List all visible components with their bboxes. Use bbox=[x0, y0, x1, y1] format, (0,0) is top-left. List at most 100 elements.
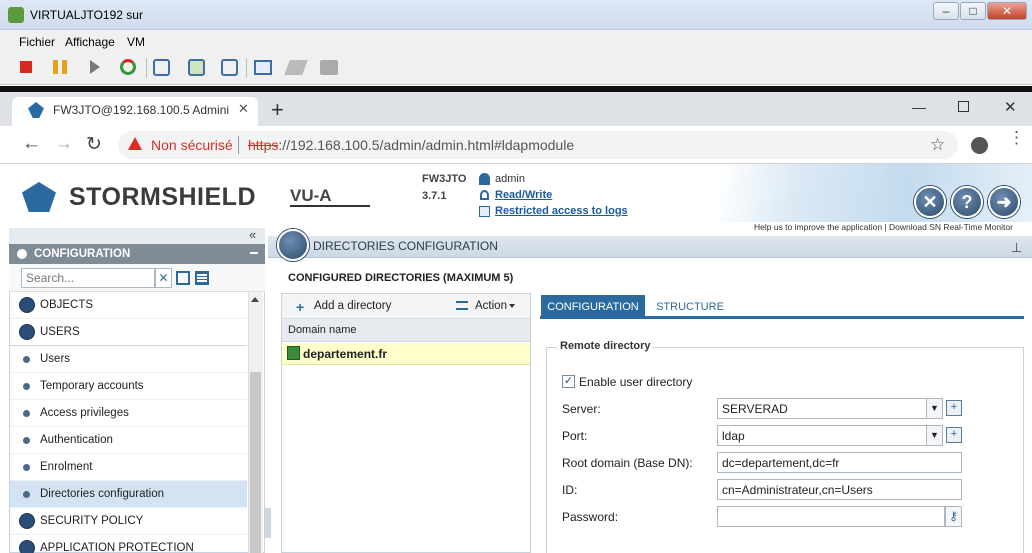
sidebar-item-access-privileges[interactable]: Access privileges bbox=[10, 400, 247, 427]
id-input[interactable]: cn=Administrateur,cn=Users bbox=[717, 479, 962, 500]
add-port-icon[interactable]: + bbox=[946, 427, 962, 443]
enable-directory-checkbox[interactable]: ✓ bbox=[562, 375, 575, 388]
sidebar-item-security-policy[interactable]: SECURITY POLICY bbox=[10, 508, 247, 535]
access-mode-link[interactable]: Read/Write bbox=[495, 189, 552, 201]
section-collapse-icon[interactable] bbox=[250, 252, 258, 254]
action-button[interactable]: Action bbox=[475, 300, 507, 312]
sidebar-item-enrolment[interactable]: Enrolment bbox=[10, 454, 247, 481]
password-key-icon[interactable]: ⚷ bbox=[945, 506, 962, 527]
page-title: DIRECTORIES CONFIGURATION bbox=[313, 239, 498, 253]
user-icon bbox=[479, 173, 490, 185]
security-label[interactable]: Non sécurisé bbox=[151, 137, 233, 153]
close-icon[interactable]: ✕ bbox=[987, 2, 1027, 20]
chevron-down-icon[interactable]: ▼ bbox=[926, 426, 942, 445]
tab-close-icon[interactable]: ✕ bbox=[238, 101, 249, 117]
enable-directory-label: Enable user directory bbox=[579, 375, 693, 389]
sidebar-item-authentication[interactable]: Authentication bbox=[10, 427, 247, 454]
scroll-up-icon[interactable] bbox=[251, 297, 259, 302]
add-icon: + bbox=[296, 299, 305, 315]
sidebar-item-temporary-accounts[interactable]: Temporary accounts bbox=[10, 373, 247, 400]
password-input[interactable] bbox=[717, 506, 945, 527]
stop-icon[interactable] bbox=[20, 61, 32, 73]
help-button-icon[interactable]: ? bbox=[951, 186, 983, 218]
application-protection-icon bbox=[19, 540, 35, 553]
directory-icon bbox=[287, 346, 300, 360]
console-icon[interactable] bbox=[254, 60, 272, 75]
back-icon[interactable]: ← bbox=[22, 133, 41, 155]
collapse-sidebar-icon[interactable]: « bbox=[249, 227, 256, 242]
omnibox-divider bbox=[238, 136, 239, 154]
chevron-down-icon[interactable]: ▼ bbox=[926, 399, 942, 418]
add-directory-button[interactable]: Add a directory bbox=[314, 300, 391, 312]
url-path: ://192.168.100.5/admin/admin.html#ldapmo… bbox=[278, 137, 575, 153]
port-value: ldap bbox=[722, 429, 745, 443]
splitter-handle[interactable] bbox=[265, 508, 271, 538]
minimize-icon[interactable]: – bbox=[933, 2, 959, 20]
sidebar-item-users-category[interactable]: USERS bbox=[10, 319, 247, 346]
bullet-icon bbox=[23, 464, 30, 471]
clear-search-icon[interactable]: ✕ bbox=[155, 268, 172, 288]
sidebar-item-users[interactable]: Users bbox=[10, 346, 247, 373]
security-policy-icon bbox=[19, 513, 35, 529]
browser-minimize-icon[interactable]: — bbox=[912, 99, 926, 115]
sidebar-scrollbar-thumb[interactable] bbox=[250, 372, 261, 553]
browser-restore-icon[interactable] bbox=[958, 101, 969, 112]
help-improve-link[interactable]: Help us to improve the application bbox=[754, 222, 882, 232]
add-server-icon[interactable]: + bbox=[946, 400, 962, 416]
menu-vm[interactable]: VM bbox=[127, 35, 145, 49]
domain-column-label: Domain name bbox=[288, 324, 357, 336]
action-chevron-down-icon bbox=[509, 304, 515, 308]
domain-name-cell[interactable]: departement.fr bbox=[303, 347, 387, 361]
expand-all-icon[interactable] bbox=[176, 271, 190, 285]
root-domain-label: Root domain (Base DN): bbox=[562, 456, 693, 470]
directories-module-icon bbox=[277, 229, 309, 261]
toolbar-divider bbox=[246, 58, 247, 78]
pin-icon[interactable]: ⊥ bbox=[1011, 240, 1022, 256]
sidebar-search-input[interactable] bbox=[21, 268, 155, 288]
sidebar-item-directories-configuration[interactable]: Directories configuration bbox=[10, 481, 247, 508]
sidebar-item-objects[interactable]: OBJECTS bbox=[10, 292, 247, 319]
bullet-icon bbox=[23, 356, 30, 363]
snapshot-restore-icon[interactable] bbox=[188, 59, 205, 76]
password-label: Password: bbox=[562, 510, 619, 524]
tools-button-icon[interactable]: ✕ bbox=[914, 186, 946, 218]
server-label: Server: bbox=[562, 402, 601, 416]
sidebar-section-title: CONFIGURATION bbox=[34, 248, 131, 260]
configured-directories-heading: CONFIGURED DIRECTORIES (MAXIMUM 5) bbox=[288, 272, 514, 284]
restricted-logs-link[interactable]: Restricted access to logs bbox=[495, 205, 628, 217]
menu-dots-icon[interactable]: ⋮ bbox=[1008, 129, 1025, 146]
tab-configuration[interactable]: CONFIGURATION bbox=[541, 295, 645, 319]
forward-icon[interactable]: → bbox=[54, 133, 73, 155]
snapshot-manager-icon[interactable] bbox=[221, 59, 238, 76]
menu-fichier[interactable]: Fichier bbox=[19, 35, 55, 49]
id-value: cn=Administrateur,cn=Users bbox=[722, 483, 873, 497]
port-select[interactable]: ldap ▼ bbox=[717, 425, 943, 446]
logout-button-icon[interactable]: ➜ bbox=[988, 186, 1020, 218]
collapse-all-icon[interactable] bbox=[195, 271, 209, 285]
maximize-icon[interactable]: □ bbox=[960, 2, 986, 20]
server-select[interactable]: SERVERAD ▼ bbox=[717, 398, 943, 419]
vm-window-title: VIRTUALJTO192 sur bbox=[30, 8, 143, 22]
reset-icon[interactable] bbox=[120, 59, 136, 75]
menu-affichage[interactable]: Affichage bbox=[65, 35, 115, 49]
browser-close-icon[interactable]: ✕ bbox=[1004, 98, 1017, 116]
vm-titlebar bbox=[0, 0, 1032, 30]
play-icon[interactable] bbox=[90, 60, 100, 74]
settings-icon[interactable] bbox=[320, 60, 338, 75]
new-tab-button[interactable]: + bbox=[271, 97, 284, 123]
pause-icon[interactable] bbox=[53, 60, 67, 74]
sidebar-item-application-protection[interactable]: APPLICATION PROTECTION bbox=[10, 535, 247, 553]
reload-icon[interactable]: ↻ bbox=[86, 133, 102, 156]
server-value: SERVERAD bbox=[722, 402, 788, 416]
port-label: Port: bbox=[562, 429, 588, 443]
monitor-link[interactable]: Download SN Real-Time Monitor bbox=[889, 222, 1013, 232]
url-scheme: https bbox=[248, 137, 279, 153]
root-domain-value: dc=departement,dc=fr bbox=[722, 456, 840, 470]
brand-name: STORMSHIELD bbox=[69, 183, 256, 211]
tab-structure[interactable]: STRUCTURE bbox=[650, 295, 730, 319]
bookmark-star-icon[interactable]: ☆ bbox=[930, 135, 945, 155]
profile-icon[interactable] bbox=[971, 137, 988, 154]
root-domain-input[interactable]: dc=departement,dc=fr bbox=[717, 452, 962, 473]
url[interactable]: https://192.168.100.5/admin/admin.html#l… bbox=[248, 137, 574, 153]
snapshot-icon[interactable] bbox=[153, 59, 170, 76]
